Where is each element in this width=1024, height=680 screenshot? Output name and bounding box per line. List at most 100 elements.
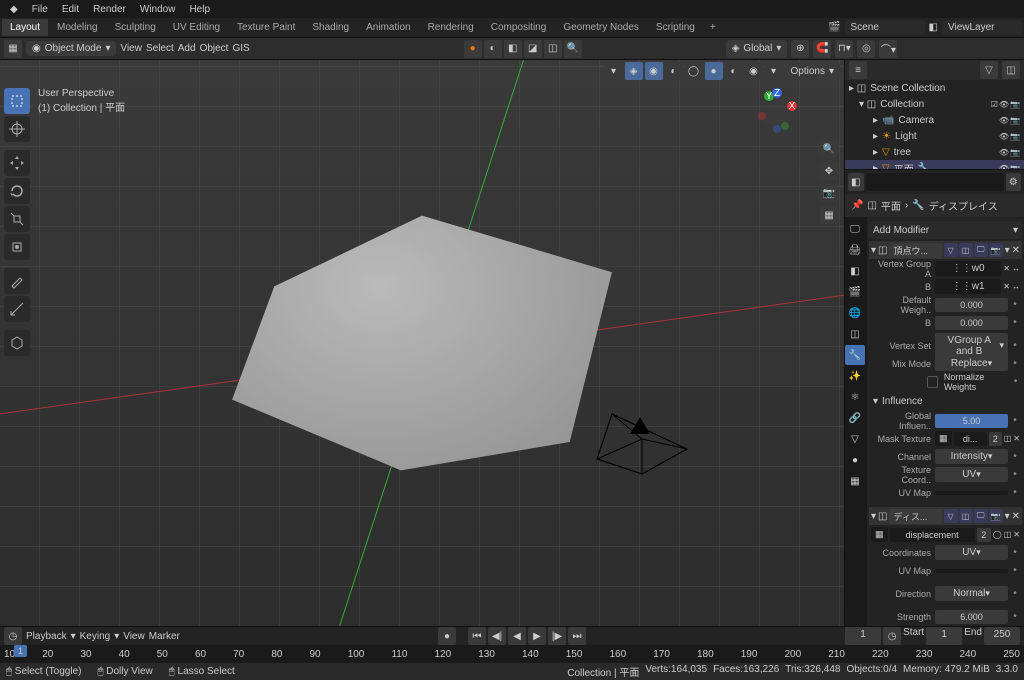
play-reverse-icon[interactable]: ◀	[508, 627, 526, 645]
invert-icon[interactable]: ↔	[1012, 282, 1020, 291]
eye-icon[interactable]: 👁	[999, 132, 1009, 141]
outliner-new-collection-icon[interactable]: ◫	[1002, 61, 1020, 79]
eye-icon[interactable]: 👁	[999, 100, 1009, 109]
timeline-editor-type-icon[interactable]: ◷	[4, 627, 22, 645]
ptab-render[interactable]: 🖵	[845, 219, 865, 239]
ptab-viewlayer[interactable]: ◧	[845, 261, 865, 281]
menu-window[interactable]: Window	[134, 2, 182, 17]
pivot-icon[interactable]: ⊕	[791, 40, 809, 58]
ptab-constraints[interactable]: 🔗	[845, 408, 865, 428]
tab-sculpting[interactable]: Sculpting	[107, 19, 164, 36]
texcoord-dropdown[interactable]: UV ▾	[935, 467, 1008, 482]
invert-icon[interactable]: ↔	[1012, 264, 1020, 273]
view-object-types-icon[interactable]: ▾	[605, 62, 623, 80]
start-frame-input[interactable]: 1	[926, 627, 962, 645]
ptab-modifier[interactable]: 🔧	[845, 345, 865, 365]
outliner-item-camera[interactable]: ▸📹 Camera 👁📷	[845, 112, 1024, 128]
outliner-item-tree[interactable]: ▸▽ tree 👁📷	[845, 144, 1024, 160]
tab-shading[interactable]: Shading	[304, 19, 357, 36]
viewport-options[interactable]: Options▾	[785, 62, 841, 80]
collapse-icon[interactable]: ▾	[871, 511, 876, 522]
mod-show-viewport-icon[interactable]: 🖵	[974, 509, 988, 523]
properties-options-icon[interactable]: ⚙	[1006, 173, 1022, 191]
tab-uvediting[interactable]: UV Editing	[165, 19, 228, 36]
ptab-output[interactable]: 🖨	[845, 240, 865, 260]
ptab-material[interactable]: ●	[845, 450, 865, 470]
global-influence-slider[interactable]: 5.00	[935, 414, 1008, 428]
jump-end-icon[interactable]: ⏭	[568, 627, 586, 645]
unlink-icon[interactable]: ✕	[1013, 530, 1020, 539]
menu-file[interactable]: File	[26, 2, 54, 17]
menu-help[interactable]: Help	[183, 2, 216, 17]
outliner-collection[interactable]: ▾ ◫ Collection ☑👁📷	[845, 96, 1024, 112]
render-icon[interactable]: 📷	[1010, 100, 1020, 109]
texture-users[interactable]: 2	[989, 432, 1002, 446]
new-texture-icon[interactable]: ◫	[1004, 530, 1012, 539]
tab-layout[interactable]: Layout	[2, 19, 48, 36]
3d-viewport[interactable]: ▾ ◈ ◉ ◐ ◯ ● ◐ ◉ ▾ Options▾ User Perspect…	[0, 60, 844, 626]
new-texture-icon[interactable]: ◫	[1004, 434, 1012, 443]
shading-popover[interactable]: ▾	[765, 62, 783, 80]
pin-icon[interactable]: 📌	[851, 200, 863, 211]
current-frame-input[interactable]: 1	[845, 627, 881, 645]
default-weight-a-input[interactable]: 0.000	[935, 298, 1008, 312]
exclude-checkbox[interactable]: ☑	[991, 100, 998, 109]
camera-object[interactable]	[592, 409, 692, 479]
render-icon[interactable]: 📷	[1010, 148, 1020, 157]
viewlayer-selector[interactable]: ViewLayer	[942, 20, 1022, 35]
add-workspace-button[interactable]: +	[704, 19, 722, 36]
tab-texturepaint[interactable]: Texture Paint	[229, 19, 303, 36]
timeline-ruler[interactable]: 1 10203040506070809010011012013014015016…	[0, 645, 1024, 663]
modifier-vertexweight-header[interactable]: ▾ ◫ 頂点ウ... ▽ ◫ 🖵 📷 ▾ ✕	[869, 241, 1022, 259]
properties-editor-type-icon[interactable]: ◧	[848, 173, 864, 191]
editor-type-icon[interactable]: ▦	[4, 40, 22, 58]
show-gizmo-toggle[interactable]: ◈	[625, 62, 643, 80]
direction-dropdown[interactable]: Normal ▾	[935, 586, 1008, 601]
tool-rotate[interactable]	[4, 178, 30, 204]
ptab-scene[interactable]: 🎬	[845, 282, 865, 302]
snap-toggle[interactable]: 🧲	[813, 40, 831, 58]
strength-input[interactable]: 6.000	[935, 610, 1008, 624]
timeline-playback-menu[interactable]: Playback	[26, 631, 67, 642]
jump-prev-keyframe-icon[interactable]: ◀|	[488, 627, 506, 645]
texture-browse-icon[interactable]: ▦	[935, 431, 952, 446]
tab-modeling[interactable]: Modeling	[49, 19, 106, 36]
playhead[interactable]: 1	[14, 645, 27, 657]
shading-solid[interactable]: ●	[705, 62, 723, 80]
ptab-particles[interactable]: ✨	[845, 366, 865, 386]
outliner-filter-icon[interactable]: ▽	[980, 61, 998, 79]
collapse-icon[interactable]: ▾	[871, 245, 876, 256]
tab-rendering[interactable]: Rendering	[420, 19, 482, 36]
gizmo-rotate-icon[interactable]: ◐	[484, 40, 502, 58]
toggle-perspective-icon[interactable]: ▦	[820, 206, 838, 224]
mod-delete-icon[interactable]: ✕	[1012, 511, 1020, 522]
timeline-keying-menu[interactable]: Keying	[80, 631, 111, 642]
mod-show-render-icon[interactable]: 📷	[989, 509, 1003, 523]
proportional-type-dropdown[interactable]: ⌒▾	[879, 40, 897, 58]
tool-measure[interactable]	[4, 296, 30, 322]
texture-browse-icon[interactable]: ▦	[871, 527, 888, 542]
uvmap2-selector[interactable]	[935, 569, 1008, 573]
coordinates-dropdown[interactable]: UV ▾	[935, 545, 1008, 560]
collection-toggle-icon[interactable]: ▾ ◫	[859, 99, 876, 110]
ptab-object[interactable]: ◫	[845, 324, 865, 344]
ptab-data[interactable]: ▽	[845, 429, 865, 449]
anim-dot[interactable]: •	[1010, 299, 1020, 310]
mod-show-render-icon[interactable]: 📷	[989, 243, 1003, 257]
render-icon[interactable]: 📷	[1010, 116, 1020, 125]
preview-range-toggle[interactable]: ◷	[883, 627, 901, 645]
jump-next-keyframe-icon[interactable]: |▶	[548, 627, 566, 645]
default-weight-b-input[interactable]: 0.000	[935, 316, 1008, 330]
vg-a-value[interactable]: ⋮⋮ w0	[935, 261, 1001, 276]
vertex-set-dropdown[interactable]: VGroup A and B ▾	[935, 333, 1008, 359]
blender-logo-icon[interactable]: ◆	[4, 2, 24, 17]
ptab-world[interactable]: 🌐	[845, 303, 865, 323]
menu-render[interactable]: Render	[87, 2, 132, 17]
navigation-gizmo[interactable]: X Y Z	[754, 88, 800, 134]
mod-show-viewport-icon[interactable]: 🖵	[974, 243, 988, 257]
anim-dot[interactable]: •	[1010, 317, 1020, 328]
play-icon[interactable]: ▶	[528, 627, 546, 645]
mix-mode-dropdown[interactable]: Replace ▾	[935, 356, 1008, 371]
mod-show-editmode-icon[interactable]: ◫	[959, 243, 973, 257]
tool-add-cube[interactable]	[4, 330, 30, 356]
